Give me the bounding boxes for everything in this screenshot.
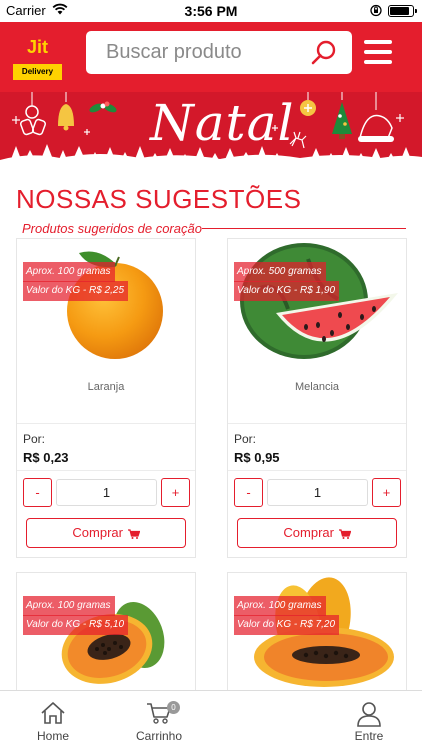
- clock: 3:56 PM: [184, 3, 238, 19]
- price-per-kg-tag: Valor do KG - R$ 2,25: [23, 281, 129, 301]
- app-header: Jit Delivery: [0, 22, 422, 92]
- jit-delivery-logo[interactable]: Jit Delivery: [11, 30, 64, 82]
- section-title: NOSSAS SUGESTÕES: [16, 184, 302, 214]
- orange-image: [67, 251, 163, 359]
- price-label: Por:: [234, 432, 257, 446]
- buy-button-label: Comprar: [72, 525, 123, 540]
- banner-title: Natal: [150, 94, 295, 152]
- home-icon: [41, 702, 65, 724]
- card-divider: [17, 470, 195, 471]
- product-card-papaya-formosa[interactable]: Aprox. 100 gramas Valor do KG - R$ 7,20: [227, 572, 407, 702]
- cart-icon: [338, 528, 351, 539]
- product-image-papaya[interactable]: [17, 573, 195, 701]
- product-card-melancia[interactable]: Aprox. 500 gramas Valor do KG - R$ 1,90 …: [227, 238, 407, 558]
- weight-tag: Aprox. 500 gramas: [234, 262, 326, 282]
- search-bar: [86, 31, 352, 74]
- bottom-navigation: Home 0 Carrinho Entre: [0, 690, 422, 750]
- logo-text: Jit: [26, 37, 48, 57]
- nav-home-label: Home: [36, 729, 69, 743]
- status-bar: Carrier 3:56 PM: [0, 0, 422, 22]
- buy-button[interactable]: Comprar: [26, 518, 186, 548]
- nav-login[interactable]: Entre: [334, 691, 404, 750]
- price-label: Por:: [23, 432, 46, 446]
- search-input[interactable]: [106, 39, 296, 65]
- christmas-banner[interactable]: Natal: [0, 92, 422, 172]
- user-icon: [357, 702, 381, 727]
- product-card-laranja[interactable]: Aprox. 100 gramas Valor do KG - R$ 2,25 …: [16, 238, 196, 558]
- product-name[interactable]: Melancia: [228, 381, 406, 393]
- buy-button[interactable]: Comprar: [237, 518, 397, 548]
- nav-home[interactable]: Home: [18, 691, 88, 750]
- quantity-field[interactable]: 1: [267, 479, 368, 506]
- price-per-kg-tag: Valor do KG - R$ 1,90: [234, 281, 340, 301]
- orientation-lock-icon: [370, 4, 382, 17]
- menu-hamburger-icon[interactable]: [364, 38, 394, 66]
- nav-cart[interactable]: 0 Carrinho: [124, 691, 194, 750]
- logo-subtext: Delivery: [13, 67, 62, 76]
- card-divider: [17, 423, 195, 424]
- price-per-kg-tag: Valor do KG - R$ 7,20: [234, 615, 340, 635]
- papaya-formosa-image: [254, 577, 394, 687]
- product-price: R$ 0,23: [23, 450, 69, 465]
- buy-button-label: Comprar: [283, 525, 334, 540]
- nav-login-label: Entre: [354, 729, 384, 743]
- battery-icon: [388, 5, 417, 17]
- decrease-quantity-button[interactable]: -: [23, 478, 52, 507]
- nav-cart-label: Carrinho: [135, 729, 183, 743]
- product-image-papaya-formosa[interactable]: [228, 573, 406, 701]
- section-subtitle: Produtos sugeridos de coração: [22, 221, 202, 236]
- product-price: R$ 0,95: [234, 450, 280, 465]
- weight-tag: Aprox. 100 gramas: [23, 596, 115, 616]
- section-divider: [202, 228, 406, 229]
- weight-tag: Aprox. 100 gramas: [234, 596, 326, 616]
- watermelon-image: [240, 243, 398, 359]
- increase-quantity-button[interactable]: +: [372, 478, 401, 507]
- card-divider: [228, 423, 406, 424]
- search-icon[interactable]: [310, 39, 338, 67]
- product-card-papaya[interactable]: Aprox. 100 gramas Valor do KG - R$ 5,10: [16, 572, 196, 702]
- card-divider: [228, 470, 406, 471]
- cart-count-badge: 0: [167, 701, 180, 714]
- price-per-kg-tag: Valor do KG - R$ 5,10: [23, 615, 129, 635]
- quantity-field[interactable]: 1: [56, 479, 157, 506]
- product-name[interactable]: Laranja: [17, 381, 195, 393]
- product-image-laranja[interactable]: [17, 239, 195, 367]
- cart-icon: [127, 528, 140, 539]
- papaya-image: [61, 602, 165, 684]
- product-image-melancia[interactable]: [228, 239, 406, 367]
- decrease-quantity-button[interactable]: -: [234, 478, 263, 507]
- weight-tag: Aprox. 100 gramas: [23, 262, 115, 282]
- increase-quantity-button[interactable]: +: [161, 478, 190, 507]
